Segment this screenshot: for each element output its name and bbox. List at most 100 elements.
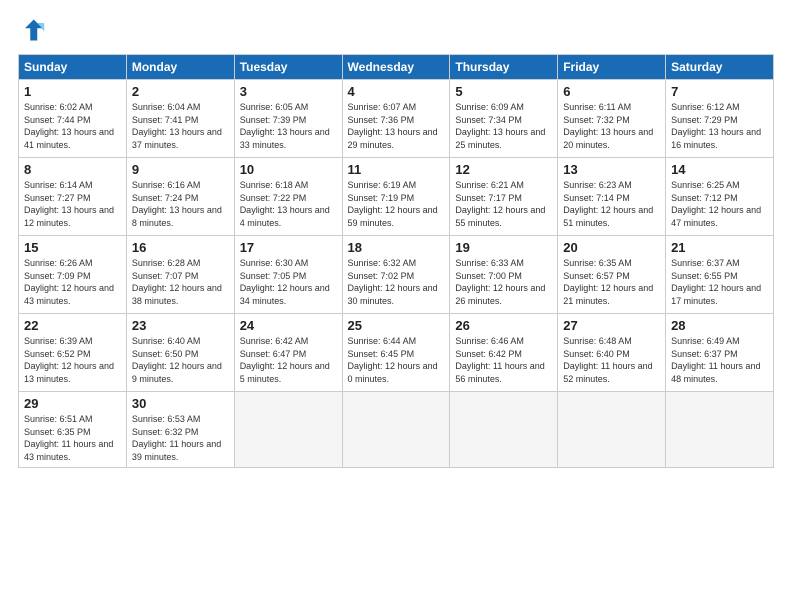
day-number: 13 bbox=[563, 162, 660, 177]
day-info: Sunrise: 6:21 AMSunset: 7:17 PMDaylight:… bbox=[455, 180, 545, 228]
table-row: 21Sunrise: 6:37 AMSunset: 6:55 PMDayligh… bbox=[666, 236, 774, 314]
header bbox=[18, 16, 774, 44]
table-row bbox=[666, 392, 774, 468]
calendar-table: Sunday Monday Tuesday Wednesday Thursday… bbox=[18, 54, 774, 468]
day-info: Sunrise: 6:46 AMSunset: 6:42 PMDaylight:… bbox=[455, 336, 544, 384]
table-row: 14 Sunrise: 6:25 AMSunset: 7:12 PMDayligh… bbox=[666, 158, 774, 236]
day-number: 24 bbox=[240, 318, 337, 333]
calendar-week-row: 1 Sunrise: 6:02 AMSunset: 7:44 PMDaylight… bbox=[19, 80, 774, 158]
calendar-week-row: 22 Sunrise: 6:39 AMSunset: 6:52 PMDayligh… bbox=[19, 314, 774, 392]
table-row: 13 Sunrise: 6:23 AMSunset: 7:14 PMDayligh… bbox=[558, 158, 666, 236]
day-info: Sunrise: 6:23 AMSunset: 7:14 PMDaylight:… bbox=[563, 180, 653, 228]
day-info: Sunrise: 6:44 AMSunset: 6:45 PMDaylight:… bbox=[348, 336, 438, 384]
col-wednesday: Wednesday bbox=[342, 55, 450, 80]
day-info: Sunrise: 6:12 AMSunset: 7:29 PMDaylight:… bbox=[671, 102, 761, 150]
table-row bbox=[342, 392, 450, 468]
day-number: 30 bbox=[132, 396, 229, 411]
day-number: 22 bbox=[24, 318, 121, 333]
table-row: 20Sunrise: 6:35 AMSunset: 6:57 PMDayligh… bbox=[558, 236, 666, 314]
day-info: Sunrise: 6:32 AMSunset: 7:02 PMDaylight:… bbox=[348, 258, 438, 306]
day-number: 11 bbox=[348, 162, 445, 177]
day-info: Sunrise: 6:07 AMSunset: 7:36 PMDaylight:… bbox=[348, 102, 438, 150]
calendar-page: Sunday Monday Tuesday Wednesday Thursday… bbox=[0, 0, 792, 612]
table-row bbox=[234, 392, 342, 468]
day-info: Sunrise: 6:16 AMSunset: 7:24 PMDaylight:… bbox=[132, 180, 222, 228]
table-row: 22 Sunrise: 6:39 AMSunset: 6:52 PMDayligh… bbox=[19, 314, 127, 392]
day-number: 6 bbox=[563, 84, 660, 99]
day-number: 1 bbox=[24, 84, 121, 99]
day-number: 7 bbox=[671, 84, 768, 99]
table-row: 7 Sunrise: 6:12 AMSunset: 7:29 PMDaylight… bbox=[666, 80, 774, 158]
day-number: 29 bbox=[24, 396, 121, 411]
day-info: Sunrise: 6:39 AMSunset: 6:52 PMDaylight:… bbox=[24, 336, 114, 384]
table-row: 10Sunrise: 6:18 AMSunset: 7:22 PMDayligh… bbox=[234, 158, 342, 236]
day-info: Sunrise: 6:42 AMSunset: 6:47 PMDaylight:… bbox=[240, 336, 330, 384]
day-number: 19 bbox=[455, 240, 552, 255]
table-row: 9 Sunrise: 6:16 AMSunset: 7:24 PMDaylight… bbox=[126, 158, 234, 236]
table-row: 1 Sunrise: 6:02 AMSunset: 7:44 PMDaylight… bbox=[19, 80, 127, 158]
table-row: 6 Sunrise: 6:11 AMSunset: 7:32 PMDaylight… bbox=[558, 80, 666, 158]
logo bbox=[18, 16, 50, 44]
table-row: 12Sunrise: 6:21 AMSunset: 7:17 PMDayligh… bbox=[450, 158, 558, 236]
day-info: Sunrise: 6:04 AMSunset: 7:41 PMDaylight:… bbox=[132, 102, 222, 150]
day-number: 3 bbox=[240, 84, 337, 99]
day-number: 25 bbox=[348, 318, 445, 333]
day-number: 23 bbox=[132, 318, 229, 333]
table-row: 25 Sunrise: 6:44 AMSunset: 6:45 PMDayligh… bbox=[342, 314, 450, 392]
day-number: 18 bbox=[348, 240, 445, 255]
col-tuesday: Tuesday bbox=[234, 55, 342, 80]
day-number: 5 bbox=[455, 84, 552, 99]
table-row: 30 Sunrise: 6:53 AMSunset: 6:32 PMDayligh… bbox=[126, 392, 234, 468]
table-row: 23 Sunrise: 6:40 AMSunset: 6:50 PMDayligh… bbox=[126, 314, 234, 392]
day-info: Sunrise: 6:53 AMSunset: 6:32 PMDaylight:… bbox=[132, 414, 221, 462]
table-row: 2 Sunrise: 6:04 AMSunset: 7:41 PMDaylight… bbox=[126, 80, 234, 158]
day-info: Sunrise: 6:11 AMSunset: 7:32 PMDaylight:… bbox=[563, 102, 653, 150]
day-info: Sunrise: 6:28 AMSunset: 7:07 PMDaylight:… bbox=[132, 258, 222, 306]
day-info: Sunrise: 6:48 AMSunset: 6:40 PMDaylight:… bbox=[563, 336, 652, 384]
day-number: 2 bbox=[132, 84, 229, 99]
day-info: Sunrise: 6:18 AMSunset: 7:22 PMDaylight:… bbox=[240, 180, 330, 228]
day-number: 4 bbox=[348, 84, 445, 99]
day-info: Sunrise: 6:30 AMSunset: 7:05 PMDaylight:… bbox=[240, 258, 330, 306]
table-row: 5 Sunrise: 6:09 AMSunset: 7:34 PMDaylight… bbox=[450, 80, 558, 158]
table-row: 4 Sunrise: 6:07 AMSunset: 7:36 PMDaylight… bbox=[342, 80, 450, 158]
table-row: 16 Sunrise: 6:28 AMSunset: 7:07 PMDayligh… bbox=[126, 236, 234, 314]
day-info: Sunrise: 6:14 AMSunset: 7:27 PMDaylight:… bbox=[24, 180, 114, 228]
day-info: Sunrise: 6:37 AMSunset: 6:55 PMDaylight:… bbox=[671, 258, 761, 306]
day-number: 27 bbox=[563, 318, 660, 333]
calendar-week-row: 8 Sunrise: 6:14 AMSunset: 7:27 PMDaylight… bbox=[19, 158, 774, 236]
day-info: Sunrise: 6:33 AMSunset: 7:00 PMDaylight:… bbox=[455, 258, 545, 306]
table-row: 24 Sunrise: 6:42 AMSunset: 6:47 PMDayligh… bbox=[234, 314, 342, 392]
day-number: 26 bbox=[455, 318, 552, 333]
table-row bbox=[558, 392, 666, 468]
day-number: 9 bbox=[132, 162, 229, 177]
day-info: Sunrise: 6:02 AMSunset: 7:44 PMDaylight:… bbox=[24, 102, 114, 150]
day-number: 14 bbox=[671, 162, 768, 177]
col-saturday: Saturday bbox=[666, 55, 774, 80]
table-row: 17 Sunrise: 6:30 AMSunset: 7:05 PMDayligh… bbox=[234, 236, 342, 314]
day-info: Sunrise: 6:05 AMSunset: 7:39 PMDaylight:… bbox=[240, 102, 330, 150]
col-thursday: Thursday bbox=[450, 55, 558, 80]
col-monday: Monday bbox=[126, 55, 234, 80]
calendar-week-row: 29 Sunrise: 6:51 AMSunset: 6:35 PMDayligh… bbox=[19, 392, 774, 468]
day-number: 17 bbox=[240, 240, 337, 255]
table-row: 8 Sunrise: 6:14 AMSunset: 7:27 PMDaylight… bbox=[19, 158, 127, 236]
calendar-header-row: Sunday Monday Tuesday Wednesday Thursday… bbox=[19, 55, 774, 80]
table-row: 3 Sunrise: 6:05 AMSunset: 7:39 PMDaylight… bbox=[234, 80, 342, 158]
table-row: 29 Sunrise: 6:51 AMSunset: 6:35 PMDayligh… bbox=[19, 392, 127, 468]
table-row: 15 Sunrise: 6:26 AMSunset: 7:09 PMDayligh… bbox=[19, 236, 127, 314]
day-info: Sunrise: 6:40 AMSunset: 6:50 PMDaylight:… bbox=[132, 336, 222, 384]
day-number: 8 bbox=[24, 162, 121, 177]
table-row: 28Sunrise: 6:49 AMSunset: 6:37 PMDayligh… bbox=[666, 314, 774, 392]
day-info: Sunrise: 6:26 AMSunset: 7:09 PMDaylight:… bbox=[24, 258, 114, 306]
day-number: 20 bbox=[563, 240, 660, 255]
day-info: Sunrise: 6:51 AMSunset: 6:35 PMDaylight:… bbox=[24, 414, 113, 462]
day-number: 15 bbox=[24, 240, 121, 255]
table-row: 18 Sunrise: 6:32 AMSunset: 7:02 PMDayligh… bbox=[342, 236, 450, 314]
day-info: Sunrise: 6:25 AMSunset: 7:12 PMDaylight:… bbox=[671, 180, 761, 228]
day-info: Sunrise: 6:09 AMSunset: 7:34 PMDaylight:… bbox=[455, 102, 545, 150]
table-row: 19 Sunrise: 6:33 AMSunset: 7:00 PMDayligh… bbox=[450, 236, 558, 314]
day-number: 16 bbox=[132, 240, 229, 255]
col-sunday: Sunday bbox=[19, 55, 127, 80]
table-row: 27 Sunrise: 6:48 AMSunset: 6:40 PMDayligh… bbox=[558, 314, 666, 392]
